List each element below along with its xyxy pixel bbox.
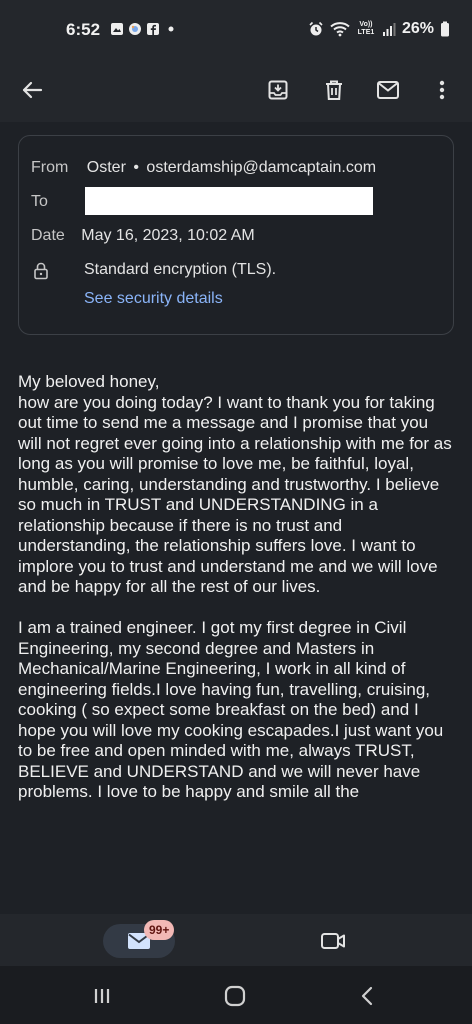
back-nav-button[interactable] [355, 984, 379, 1008]
separator: • [133, 159, 139, 176]
back-button[interactable] [14, 72, 50, 108]
facebook-icon [147, 23, 159, 35]
lock-icon [34, 262, 48, 280]
archive-button[interactable] [260, 72, 296, 108]
email-body: My beloved honey, how are you doing toda… [18, 372, 456, 823]
date-row: Date May 16, 2023, 10:02 AM [31, 227, 255, 245]
mark-unread-icon [377, 81, 399, 99]
back-arrow-icon [22, 81, 43, 99]
body-paragraph-2: I am a trained engineer. I got my first … [18, 618, 444, 801]
mark-unread-button[interactable] [370, 72, 406, 108]
security-details-link[interactable]: See security details [84, 290, 223, 308]
status-time: 6:52 [66, 20, 101, 39]
dot-icon [168, 26, 174, 32]
gallery-icon [111, 23, 123, 35]
signal-icon [382, 23, 396, 36]
to-label: To [31, 193, 48, 210]
recent-apps-button[interactable] [90, 984, 114, 1008]
status-bar: 6:52 Vo)) LTE1 26% [0, 0, 472, 58]
archive-icon [268, 80, 288, 100]
video-camera-icon [321, 933, 345, 949]
encryption-text: Standard encryption (TLS). [84, 261, 277, 278]
scroll-fade [0, 904, 472, 914]
status-right: Vo)) LTE1 26% [308, 20, 450, 38]
meet-tab[interactable] [318, 926, 348, 956]
battery-icon [441, 21, 449, 37]
date-label: Date [31, 227, 65, 244]
system-navigation-bar [0, 966, 472, 1024]
unread-badge: 99+ [144, 920, 175, 940]
more-options-button[interactable] [424, 72, 460, 108]
chevron-left-icon [361, 986, 373, 1006]
from-label: From [31, 159, 69, 176]
email-toolbar [0, 58, 472, 122]
battery-percent: 26% [401, 20, 434, 37]
body-paragraph-1: My beloved honey, how are you doing toda… [18, 372, 452, 596]
notification-icons [110, 22, 178, 36]
from-row: From Oster • osterdamship@damcaptain.com [31, 159, 376, 177]
more-vert-icon [439, 80, 445, 100]
recipient-redacted [85, 187, 373, 215]
alarm-icon [309, 21, 323, 36]
sender-name: Oster [86, 159, 126, 176]
recent-apps-icon [94, 989, 110, 1003]
email-content: From Oster • osterdamship@damcaptain.com… [0, 122, 472, 914]
email-details-card: From Oster • osterdamship@damcaptain.com… [18, 135, 454, 335]
to-row: To [31, 193, 48, 211]
browser-icon [129, 23, 141, 35]
home-button[interactable] [223, 984, 247, 1008]
bottom-navigation: 99+ [0, 914, 472, 966]
volte-icon: Vo)) LTE1 [357, 21, 375, 36]
delete-icon [326, 80, 342, 100]
sender-email[interactable]: osterdamship@damcaptain.com [146, 159, 376, 176]
home-icon [224, 985, 246, 1007]
wifi-icon [330, 22, 350, 37]
delete-button[interactable] [316, 72, 352, 108]
date-value: May 16, 2023, 10:02 AM [81, 227, 255, 244]
